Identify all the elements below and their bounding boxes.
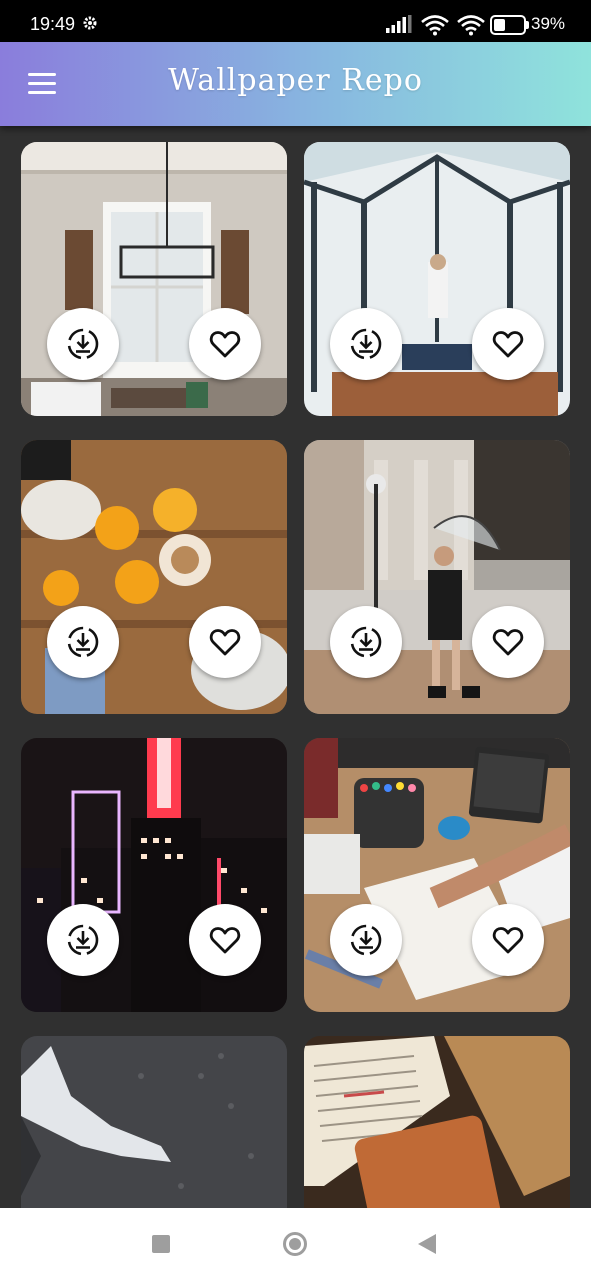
wallpaper-card[interactable] <box>304 440 570 714</box>
wallpaper-card[interactable] <box>21 142 287 416</box>
back-icon[interactable] <box>418 1234 436 1258</box>
wallpaper-image-gray-gravel <box>21 1036 287 1208</box>
wallpaper-image-neon-city <box>21 738 287 1012</box>
heart-icon <box>209 927 241 954</box>
status-time: 19:49 <box>30 14 76 34</box>
download-icon <box>350 328 382 360</box>
wallpaper-card[interactable] <box>21 440 287 714</box>
battery-level-fill <box>494 19 505 31</box>
wifi-icon <box>420 14 450 40</box>
wallpaper-card[interactable] <box>21 738 287 1012</box>
like-button[interactable] <box>189 308 261 380</box>
download-icon <box>350 626 382 658</box>
download-button[interactable] <box>330 904 402 976</box>
download-button[interactable] <box>47 904 119 976</box>
signal-icon <box>386 15 412 37</box>
wallpaper-image-architect-desk <box>304 738 570 1012</box>
wallpaper-image-open-bible <box>304 1036 570 1208</box>
home-icon-inner <box>289 1238 301 1250</box>
download-button[interactable] <box>330 606 402 678</box>
recents-icon[interactable] <box>152 1235 170 1253</box>
wallpaper-grid[interactable] <box>0 126 591 1208</box>
like-button[interactable] <box>189 606 261 678</box>
wallpaper-image-orange-juice-toast <box>21 440 287 714</box>
heart-icon <box>492 629 524 656</box>
wallpaper-image-girl-with-umbrella <box>304 440 570 714</box>
wallpaper-image-dining-room <box>21 142 287 416</box>
navigation-bar <box>0 1208 591 1280</box>
wallpaper-card[interactable] <box>304 738 570 1012</box>
download-icon <box>350 924 382 956</box>
status-bar: 19:49 39% <box>0 0 591 42</box>
download-button[interactable] <box>47 308 119 380</box>
battery-tip <box>526 21 529 29</box>
battery-icon <box>490 15 526 35</box>
wallpaper-image-glass-sunroom <box>304 142 570 416</box>
battery-percent: 39% <box>531 14 566 33</box>
app-title: Wallpaper Repo <box>168 63 423 98</box>
download-icon <box>67 626 99 658</box>
heart-icon <box>209 331 241 358</box>
wallpaper-card[interactable] <box>304 1036 570 1208</box>
home-icon[interactable] <box>283 1232 307 1256</box>
wallpaper-card[interactable] <box>304 142 570 416</box>
download-icon <box>67 328 99 360</box>
like-button[interactable] <box>189 904 261 976</box>
heart-icon <box>492 927 524 954</box>
wifi-icon <box>456 14 486 40</box>
download-icon <box>67 924 99 956</box>
like-button[interactable] <box>472 308 544 380</box>
gear-icon <box>82 15 98 35</box>
heart-icon <box>209 629 241 656</box>
wallpaper-card[interactable] <box>21 1036 287 1208</box>
heart-icon <box>492 331 524 358</box>
like-button[interactable] <box>472 606 544 678</box>
download-button[interactable] <box>330 308 402 380</box>
download-button[interactable] <box>47 606 119 678</box>
like-button[interactable] <box>472 904 544 976</box>
app-bar: Wallpaper Repo <box>0 42 591 126</box>
screen: 19:49 39% Wallpaper Repo <box>0 0 591 1280</box>
